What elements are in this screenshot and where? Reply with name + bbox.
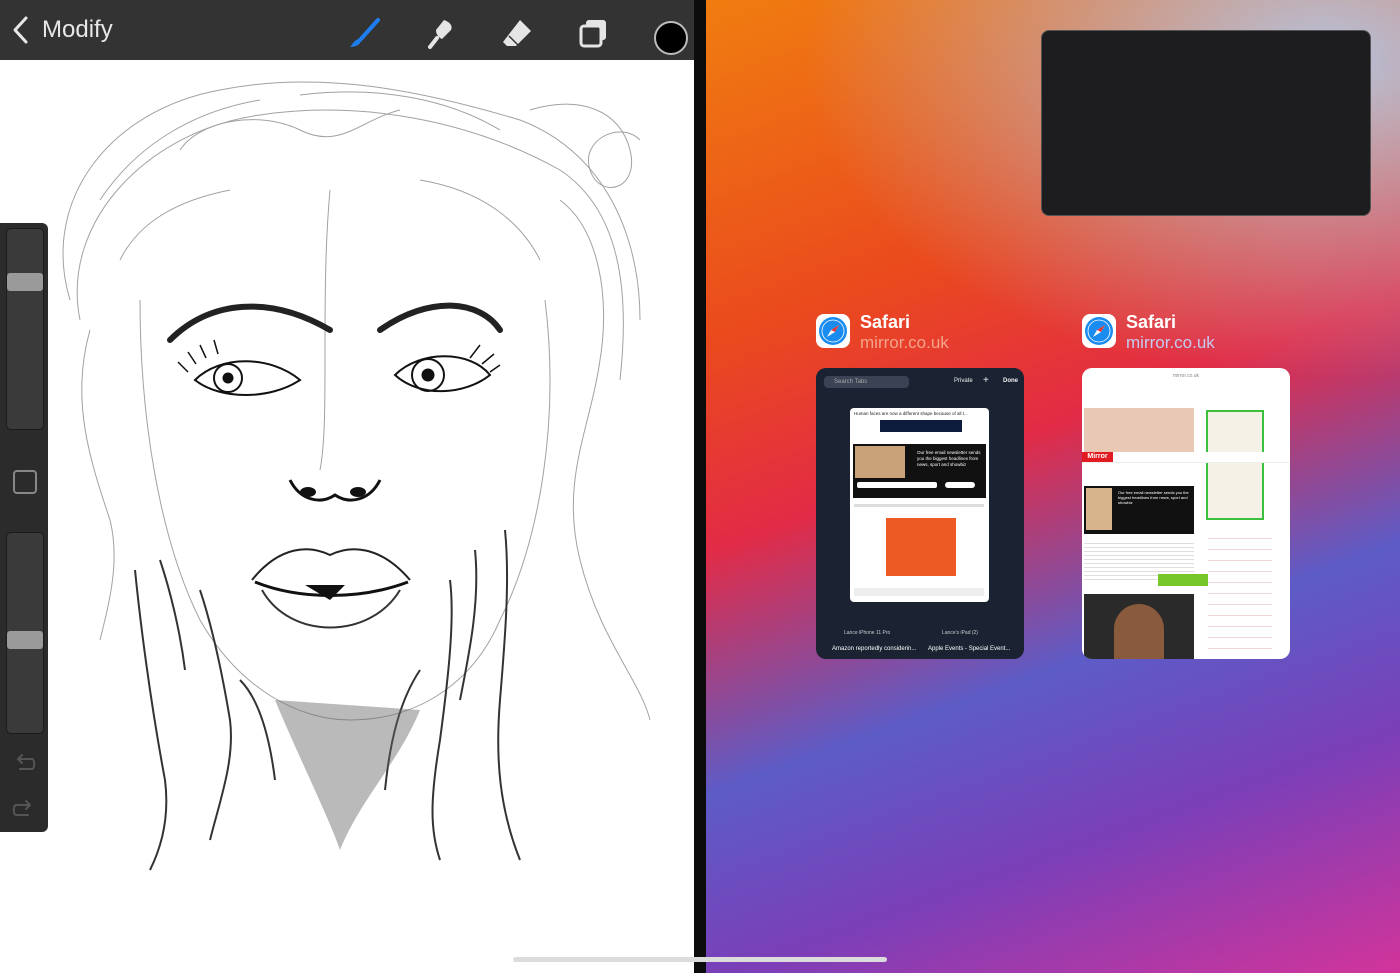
procreate-sidebar [0, 223, 48, 832]
page-url: mirror.co.uk [1172, 373, 1200, 379]
app-url: mirror.co.uk [1126, 333, 1215, 352]
smudge-tool-button[interactable] [424, 16, 458, 50]
ad-footer [854, 588, 984, 596]
drawing-canvas[interactable] [0, 60, 694, 973]
icloud-tab-link: Amazon reportedly considerin... [832, 646, 917, 652]
app-url: mirror.co.uk [860, 333, 949, 352]
app-card-header: Safari mirror.co.uk [816, 312, 1026, 362]
chevron-left-icon [13, 16, 28, 44]
slideover-preview[interactable] [1041, 30, 1371, 216]
brush-tool-button[interactable] [348, 16, 382, 50]
device-name: Lance's iPad (2) [942, 630, 978, 636]
tab-page-headline: Human faces are now a different shape be… [854, 411, 968, 416]
icloud-tabs: Lance iPhone 11 Pro Lance's iPad (2) Ama… [816, 624, 1024, 659]
newsletter-photo [855, 446, 905, 478]
eraser-tool-button[interactable] [500, 16, 534, 50]
tab-overview-thumbnail[interactable]: Search Tabs Private + Done Human faces a… [816, 368, 1024, 659]
app-card-safari-1[interactable]: Safari mirror.co.uk Search Tabs Private … [816, 312, 1026, 659]
layers-button[interactable] [576, 16, 610, 50]
text-line [854, 504, 984, 507]
mirror-page-thumbnail[interactable]: mirror.co.uk Mirror Our free email newsl… [1082, 368, 1290, 659]
brush-icon [350, 18, 380, 47]
redo-icon[interactable] [12, 799, 36, 819]
tabs-toolbar: Search Tabs Private + Done [816, 368, 1024, 396]
email-field [857, 482, 937, 488]
newsletter-box: Our free email newsletter sends you the … [1084, 486, 1194, 534]
face-photo [1114, 604, 1164, 659]
undo-icon[interactable] [12, 753, 36, 773]
split-view-divider[interactable] [694, 0, 706, 973]
app-name: Safari [1126, 312, 1177, 332]
most-read-list [1208, 528, 1272, 658]
modify-label: Modify [42, 16, 113, 43]
tab-page-thumbnail: Human faces are now a different shape be… [850, 408, 989, 602]
article-photo [1084, 408, 1194, 456]
eraser-icon [503, 20, 531, 46]
app-switcher: Safari mirror.co.uk Search Tabs Private … [706, 0, 1400, 973]
color-picker-button[interactable] [654, 21, 688, 55]
ad-banner [880, 420, 962, 432]
ad-block [886, 518, 956, 576]
app-card-header: Safari mirror.co.uk [1082, 312, 1292, 362]
sign-up-button [945, 482, 975, 488]
side-ad [1206, 410, 1264, 520]
newsletter-text: Our free email newsletter sends you the … [1118, 490, 1189, 505]
article-photo-2 [1084, 594, 1194, 659]
safari-icon [816, 314, 850, 348]
home-indicator[interactable] [513, 957, 887, 962]
newsletter-box: Our free email newsletter sends you the … [853, 444, 986, 498]
app-card-safari-2[interactable]: Safari mirror.co.uk mirror.co.uk Mirror … [1082, 312, 1292, 659]
layers-icon [579, 20, 606, 48]
icloud-tab-link: Apple Events - Special Event... [928, 646, 1011, 652]
safari-icon [1082, 314, 1116, 348]
app-name: Safari [860, 312, 911, 332]
newsletter-text: Our free email newsletter sends you the … [917, 450, 981, 467]
modify-button[interactable] [13, 470, 37, 494]
opacity-slider[interactable] [6, 532, 44, 734]
modify-back-button[interactable]: Modify [10, 12, 113, 48]
face-sketch-image [62, 81, 651, 871]
mirror-navbar: Mirror [1082, 452, 1290, 463]
done-label: Done [1003, 378, 1018, 384]
mirror-logo: Mirror [1082, 452, 1113, 462]
opacity-handle[interactable] [7, 631, 43, 649]
newsletter-photo [1086, 488, 1112, 530]
smudge-icon [428, 20, 452, 49]
device-name: Lance iPhone 11 Pro [844, 630, 891, 636]
new-tab-icon: + [983, 375, 989, 386]
procreate-toolbar: Modify [0, 0, 694, 60]
brush-size-handle[interactable] [7, 273, 43, 291]
search-tabs-field: Search Tabs [824, 376, 909, 388]
procreate-app: Modify [0, 0, 694, 973]
brush-size-slider[interactable] [6, 228, 44, 430]
private-label: Private [954, 378, 973, 384]
